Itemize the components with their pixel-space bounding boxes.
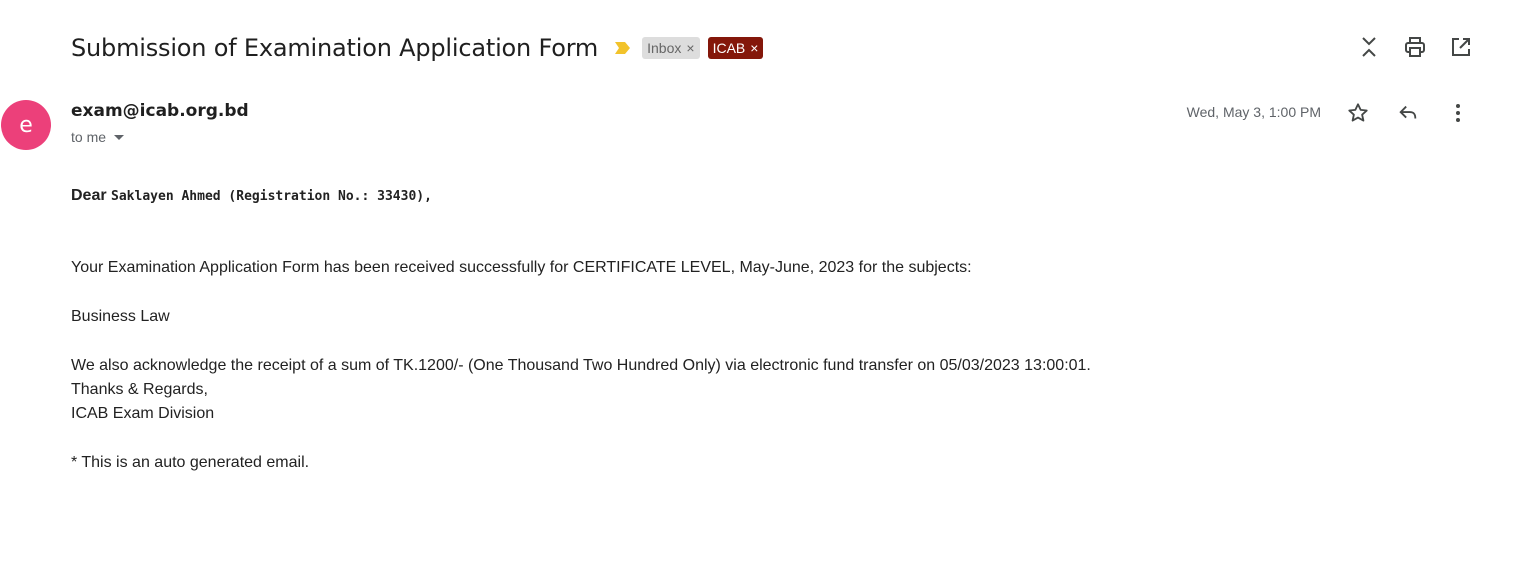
subject-list: Business Law (71, 308, 170, 325)
greeting-name: Saklayen Ahmed (Registration No.: 33430)… (111, 189, 432, 204)
message-actions (1345, 100, 1471, 126)
more-vert-icon[interactable] (1445, 100, 1471, 126)
auto-generated-note: * This is an auto generated email. (71, 454, 310, 471)
email-subject: Submission of Examination Application Fo… (71, 34, 599, 62)
label-icab-text: ICAB (712, 40, 746, 56)
subject-header: Submission of Examination Application Fo… (71, 30, 764, 66)
label-chip-icab[interactable]: ICAB × (707, 37, 764, 59)
open-in-new-window-icon[interactable] (1448, 34, 1474, 60)
recipient-label: to me (71, 129, 107, 145)
receipt-paragraph: We also acknowledge the receipt of a sum… (71, 357, 1091, 374)
greeting: Dear Saklayen Ahmed (Registration No.: 3… (71, 184, 1371, 209)
sender-email[interactable]: exam@icab.org.bd (71, 101, 249, 121)
recipient-details-toggle[interactable]: to me (71, 129, 125, 145)
thread-actions (1356, 34, 1474, 60)
message-date: Wed, May 3, 1:00 PM (1186, 104, 1321, 120)
closing-line: Thanks & Regards, (71, 381, 208, 398)
label-chip-inbox[interactable]: Inbox × (642, 37, 700, 59)
importance-marker-icon[interactable] (614, 40, 632, 56)
star-icon[interactable] (1345, 100, 1371, 126)
chevron-down-icon[interactable] (114, 134, 125, 140)
reply-icon[interactable] (1395, 100, 1421, 126)
print-icon[interactable] (1402, 34, 1428, 60)
greeting-word: Dear (71, 187, 107, 204)
remove-label-icab-icon[interactable]: × (750, 41, 758, 55)
signature-line: ICAB Exam Division (71, 405, 215, 422)
received-paragraph: Your Examination Application Form has be… (71, 259, 972, 276)
message-body: Dear Saklayen Ahmed (Registration No.: 3… (71, 184, 1371, 475)
label-inbox-text: Inbox (647, 40, 682, 56)
avatar-letter: e (19, 112, 33, 138)
sender-avatar[interactable]: e (1, 100, 51, 150)
expand-collapse-icon[interactable] (1356, 34, 1382, 60)
remove-label-inbox-icon[interactable]: × (686, 41, 694, 55)
